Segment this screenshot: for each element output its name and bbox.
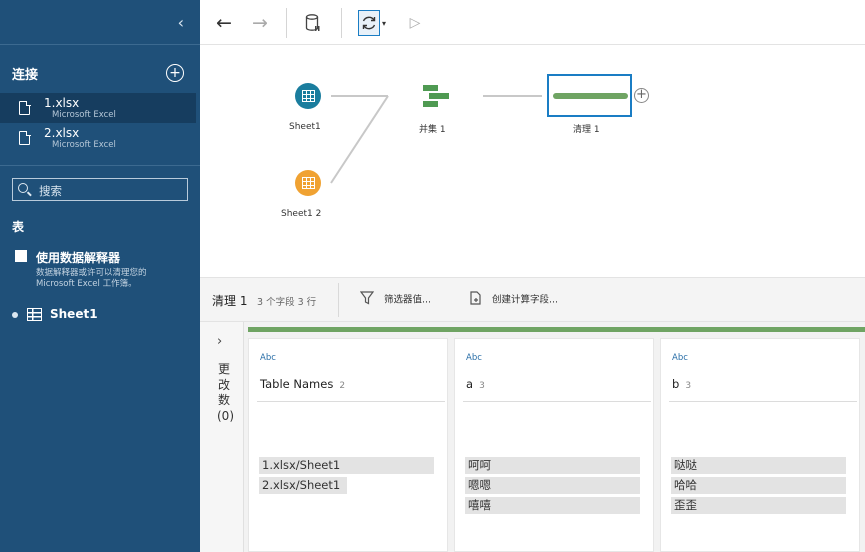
field-count: 2 — [339, 381, 346, 391]
field-name[interactable]: b3 — [672, 377, 691, 391]
tableau-prep-window: ‹ 连接 + 1.xlsx Microsoft Excel 2.xlsx Mic… — [0, 0, 865, 552]
step-meta: 3 个字段 3 行 — [257, 297, 317, 308]
node-label: 清理 1 — [573, 125, 600, 135]
union-node[interactable] — [420, 83, 452, 109]
value-bar[interactable]: 1.xlsx/Sheet1 — [259, 457, 434, 474]
profile-divider — [257, 401, 445, 402]
filter-icon — [359, 291, 375, 309]
changes-label: 更改数(0) — [217, 362, 234, 423]
connection-type: Microsoft Excel — [52, 110, 116, 120]
node-label: Sheet1 2 — [281, 209, 322, 219]
search-input[interactable]: 搜索 — [12, 178, 188, 201]
flow-canvas[interactable]: Sheet1 Sheet1 2 并集 1 + 清理 1 — [200, 45, 865, 277]
field-count: 3 — [479, 381, 485, 391]
profile-card-table-names[interactable]: Abc Table Names 2 1.xlsx/Sheet1 2.xlsx/Sh… — [248, 338, 448, 552]
value-bar[interactable]: 哒哒 — [671, 457, 846, 474]
sheet-name: Sheet1 — [50, 307, 98, 321]
quality-bar — [248, 327, 865, 332]
data-interpreter-checkbox[interactable] — [15, 250, 27, 262]
value-bar[interactable]: 哈哈 — [671, 477, 846, 494]
filter-values-button[interactable]: 筛选器值... — [359, 291, 432, 309]
connection-item-2[interactable]: 2.xlsx Microsoft Excel — [0, 123, 196, 153]
profile-card-a[interactable]: Abc a3 呵呵 嗯嗯 嘻嘻 — [454, 338, 654, 552]
value-bar[interactable]: 嘻嘻 — [465, 497, 640, 514]
step-panel-header: 清理 1 3 个字段 3 行 筛选器值... 创建计算字段... — [200, 277, 865, 322]
database-icon — [305, 14, 320, 31]
field-name-text: b — [672, 377, 680, 391]
refresh-icon — [362, 16, 376, 30]
clean-step-bar — [553, 93, 628, 99]
field-count: 3 — [685, 381, 692, 391]
value-bar[interactable]: 嗯嗯 — [465, 477, 640, 494]
run-button[interactable]: ▷ — [405, 10, 425, 36]
file-icon — [19, 130, 31, 145]
step-title: 清理 1 — [212, 294, 248, 308]
table-icon — [27, 308, 42, 321]
table-icon — [301, 90, 315, 102]
changes-pane[interactable]: › 更改数(0) — [200, 322, 244, 552]
input-node-sheet1-2[interactable] — [295, 170, 321, 196]
connection-name: 2.xlsx — [44, 126, 80, 140]
connections-title: 连接 — [12, 68, 39, 83]
refresh-dropdown-icon[interactable]: ▾ — [380, 10, 388, 36]
clean-step-node[interactable] — [547, 74, 632, 117]
create-calculated-field-label: 创建计算字段... — [492, 294, 559, 306]
connection-item-1[interactable]: 1.xlsx Microsoft Excel — [0, 93, 196, 123]
data-interpreter-label[interactable]: 使用数据解释器 — [36, 249, 120, 266]
profile-area: › 更改数(0) Abc Table Names 2 1.xlsx/Sheet1 … — [200, 322, 865, 552]
connection-name: 1.xlsx — [44, 96, 80, 110]
data-source-button[interactable] — [302, 10, 324, 36]
profile-divider — [463, 401, 651, 402]
type-string-icon[interactable]: Abc — [466, 353, 482, 363]
refresh-button[interactable] — [358, 10, 380, 36]
search-placeholder: 搜索 — [39, 184, 62, 198]
toolbar-separator — [286, 8, 287, 38]
calculated-field-icon — [468, 291, 482, 309]
connection-type: Microsoft Excel — [52, 140, 116, 150]
add-step-button[interactable]: + — [634, 88, 649, 103]
node-label: Sheet1 — [289, 122, 321, 132]
chevron-right-icon[interactable]: › — [217, 334, 222, 349]
flow-connectors — [330, 95, 542, 184]
sidebar-top-band — [0, 0, 200, 45]
data-interpreter-description: 数据解释器或许可以清理您的 Microsoft Excel 工作簿。 — [36, 268, 147, 289]
search-icon — [18, 183, 28, 193]
value-bar[interactable]: 歪歪 — [671, 497, 846, 514]
value-bar[interactable]: 2.xlsx/Sheet1 — [259, 477, 347, 494]
tables-title: 表 — [12, 220, 25, 234]
sidebar-divider — [0, 165, 200, 166]
header-separator — [338, 283, 339, 317]
connections-sidebar: ‹ 连接 + 1.xlsx Microsoft Excel 2.xlsx Mic… — [0, 0, 200, 552]
file-icon — [19, 100, 31, 115]
type-string-icon[interactable]: Abc — [672, 353, 688, 363]
chevron-left-icon[interactable]: ‹ — [178, 13, 184, 32]
field-name-text: Table Names — [260, 377, 334, 391]
back-button[interactable]: ← — [212, 10, 236, 36]
connector-line — [330, 95, 389, 184]
toolbar: ← → ▾ ▷ — [200, 0, 865, 45]
add-connection-button[interactable]: + — [166, 64, 184, 82]
toolbar-separator — [341, 8, 342, 38]
profile-divider — [669, 401, 857, 402]
value-bar[interactable]: 呵呵 — [465, 457, 640, 474]
status-dot — [12, 312, 18, 318]
filter-values-label: 筛选器值... — [384, 294, 432, 306]
field-name[interactable]: Table Names 2 — [260, 377, 345, 391]
field-name[interactable]: a3 — [466, 377, 485, 391]
profile-card-b[interactable]: Abc b3 哒哒 哈哈 歪歪 — [660, 338, 860, 552]
type-string-icon[interactable]: Abc — [260, 353, 276, 363]
field-name-text: a — [466, 377, 474, 391]
table-icon — [301, 177, 315, 189]
forward-button[interactable]: → — [248, 10, 272, 36]
create-calculated-field-button[interactable]: 创建计算字段... — [468, 291, 558, 309]
node-label: 并集 1 — [419, 125, 446, 135]
input-node-sheet1[interactable] — [295, 83, 321, 109]
